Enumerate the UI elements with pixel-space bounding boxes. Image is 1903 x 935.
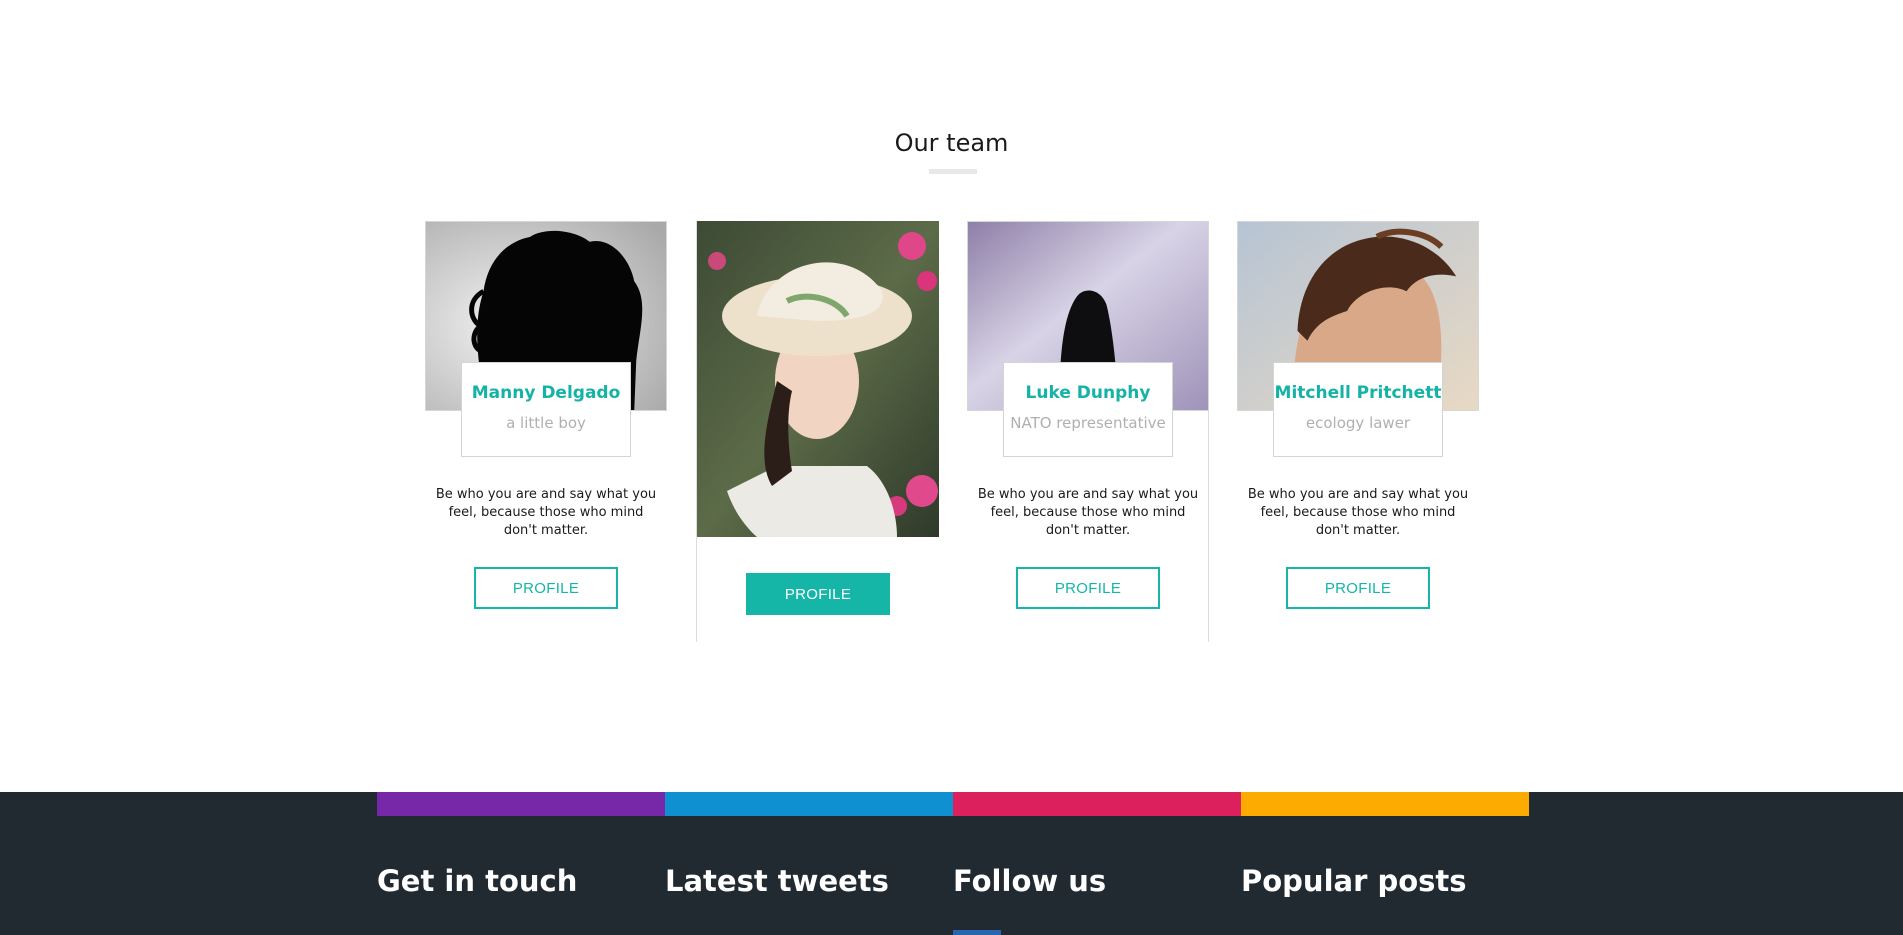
name-box: Mitchell Pritchett ecology lawer [1273, 362, 1443, 457]
footer-heading-get-in-touch: Get in touch [377, 864, 578, 898]
member-description: Be who you are and say what you feel, be… [1247, 487, 1469, 538]
name-box: Manny Delgado a little boy [461, 362, 631, 457]
member-role: ecology lawer [1305, 414, 1411, 432]
profile-button[interactable]: PROFILE [746, 573, 890, 615]
color-bar-segment [377, 792, 665, 816]
member-description: Be who you are and say what you feel, be… [435, 487, 657, 538]
footer: Get in touch Latest tweets Follow us Pop… [0, 792, 1903, 935]
member-description: Be who you are and say what you feel, be… [977, 487, 1199, 538]
team-card: PROFILE [696, 221, 939, 642]
member-photo [697, 221, 939, 537]
footer-heading-latest-tweets: Latest tweets [665, 864, 889, 898]
team-card: Mitchell Pritchett ecology lawer Be who … [1237, 221, 1479, 642]
member-role: a little boy [506, 414, 586, 432]
profile-button[interactable]: PROFILE [1286, 567, 1430, 609]
member-name: Mitchell Pritchett [1274, 383, 1442, 403]
profile-button[interactable]: PROFILE [474, 567, 618, 609]
color-bar-segment [953, 792, 1241, 816]
color-bar-segment [1241, 792, 1529, 816]
profile-button[interactable]: PROFILE [1016, 567, 1160, 609]
title-underline [929, 169, 977, 174]
footer-heading-popular-posts: Popular posts [1241, 864, 1467, 898]
footer-heading-follow-us: Follow us [953, 864, 1107, 898]
member-role: NATO representative [1010, 414, 1166, 432]
team-card: Luke Dunphy NATO representative Be who y… [967, 221, 1209, 642]
member-name: Manny Delgado [471, 383, 621, 403]
team-card: Manny Delgado a little boy Be who you ar… [425, 221, 667, 642]
name-box: Luke Dunphy NATO representative [1003, 362, 1173, 457]
color-bar-segment [665, 792, 953, 816]
heading-underline [953, 930, 1001, 935]
section-title: Our team [894, 129, 1009, 157]
member-name: Luke Dunphy [1025, 383, 1151, 403]
team-section: Our team Manny Delgado a little boy Be w… [0, 0, 1903, 792]
